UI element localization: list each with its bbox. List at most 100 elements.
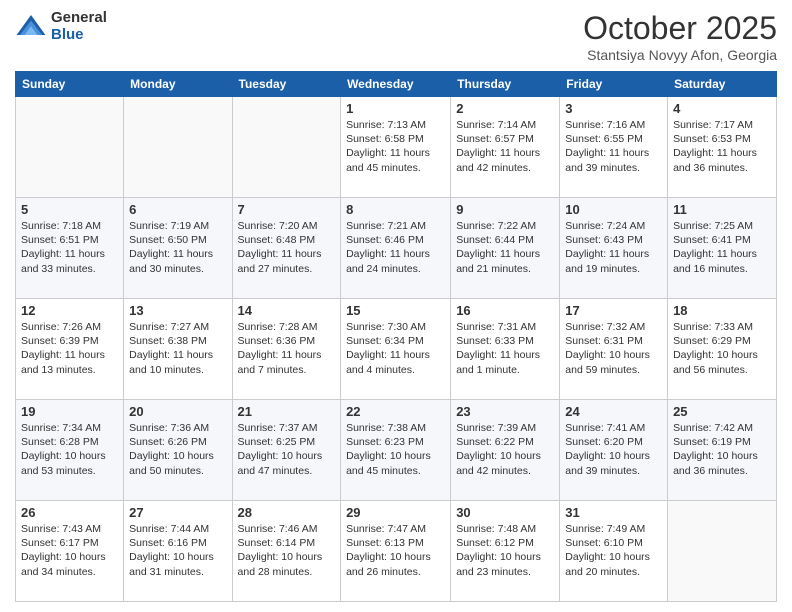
day-number: 8	[346, 202, 445, 217]
day-info: Sunrise: 7:13 AM Sunset: 6:58 PM Dayligh…	[346, 118, 445, 175]
day-number: 9	[456, 202, 554, 217]
day-cell: 4Sunrise: 7:17 AM Sunset: 6:53 PM Daylig…	[668, 97, 777, 198]
day-cell: 21Sunrise: 7:37 AM Sunset: 6:25 PM Dayli…	[232, 400, 341, 501]
col-tuesday: Tuesday	[232, 72, 341, 97]
day-info: Sunrise: 7:22 AM Sunset: 6:44 PM Dayligh…	[456, 219, 554, 276]
day-number: 30	[456, 505, 554, 520]
calendar-header: Sunday Monday Tuesday Wednesday Thursday…	[16, 72, 777, 97]
col-thursday: Thursday	[451, 72, 560, 97]
header-row: Sunday Monday Tuesday Wednesday Thursday…	[16, 72, 777, 97]
day-info: Sunrise: 7:28 AM Sunset: 6:36 PM Dayligh…	[238, 320, 336, 377]
location-subtitle: Stantsiya Novyy Afon, Georgia	[583, 47, 777, 63]
day-cell	[232, 97, 341, 198]
day-cell: 19 Sunrise: 7:34 AM Sunset: 6:28 PM Dayli…	[16, 400, 124, 501]
day-number: 23	[456, 404, 554, 419]
day-info: Sunrise: 7:20 AM Sunset: 6:48 PM Dayligh…	[238, 219, 336, 276]
day-info: Sunrise: 7:48 AM Sunset: 6:12 PM Dayligh…	[456, 522, 554, 579]
col-sunday: Sunday	[16, 72, 124, 97]
calendar-body: 1 Sunrise: 7:13 AM Sunset: 6:58 PM Daylig…	[16, 97, 777, 602]
day-number: 10	[565, 202, 662, 217]
logo-blue-text: Blue	[51, 27, 107, 44]
day-info: Sunrise: 7:25 AM Sunset: 6:41 PM Dayligh…	[673, 219, 771, 276]
day-info: Sunrise: 7:18 AM Sunset: 6:51 PM Dayligh…	[21, 219, 118, 276]
day-number: 20	[129, 404, 226, 419]
week-row-2: 5Sunrise: 7:18 AM Sunset: 6:51 PM Daylig…	[16, 198, 777, 299]
day-number: 17	[565, 303, 662, 318]
day-number: 12	[21, 303, 118, 318]
day-number: 14	[238, 303, 336, 318]
day-cell: 11 Sunrise: 7:25 AM Sunset: 6:41 PM Dayli…	[668, 198, 777, 299]
col-friday: Friday	[560, 72, 668, 97]
day-cell: 16 Sunrise: 7:31 AM Sunset: 6:33 PM Dayli…	[451, 299, 560, 400]
day-info: Sunrise: 7:21 AM Sunset: 6:46 PM Dayligh…	[346, 219, 445, 276]
day-cell: 18Sunrise: 7:33 AM Sunset: 6:29 PM Dayli…	[668, 299, 777, 400]
day-cell: 12Sunrise: 7:26 AM Sunset: 6:39 PM Dayli…	[16, 299, 124, 400]
day-cell: 20 Sunrise: 7:36 AM Sunset: 6:26 PM Dayli…	[124, 400, 232, 501]
month-title: October 2025	[583, 10, 777, 47]
logo-icon	[15, 11, 47, 43]
day-info: Sunrise: 7:47 AM Sunset: 6:13 PM Dayligh…	[346, 522, 445, 579]
week-row-4: 19 Sunrise: 7:34 AM Sunset: 6:28 PM Dayli…	[16, 400, 777, 501]
day-info: Sunrise: 7:19 AM Sunset: 6:50 PM Dayligh…	[129, 219, 226, 276]
day-info: Sunrise: 7:33 AM Sunset: 6:29 PM Dayligh…	[673, 320, 771, 377]
day-cell: 14 Sunrise: 7:28 AM Sunset: 6:36 PM Dayli…	[232, 299, 341, 400]
day-number: 1	[346, 101, 445, 116]
day-cell: 6Sunrise: 7:19 AM Sunset: 6:50 PM Daylig…	[124, 198, 232, 299]
page: General Blue October 2025 Stantsiya Novy…	[0, 0, 792, 612]
day-cell: 1 Sunrise: 7:13 AM Sunset: 6:58 PM Daylig…	[341, 97, 451, 198]
day-number: 11	[673, 202, 771, 217]
logo-text: General Blue	[51, 10, 107, 43]
day-info: Sunrise: 7:14 AM Sunset: 6:57 PM Dayligh…	[456, 118, 554, 175]
day-number: 2	[456, 101, 554, 116]
day-cell: 7 Sunrise: 7:20 AM Sunset: 6:48 PM Daylig…	[232, 198, 341, 299]
header: General Blue October 2025 Stantsiya Novy…	[15, 10, 777, 63]
day-cell: 24 Sunrise: 7:41 AM Sunset: 6:20 PM Dayli…	[560, 400, 668, 501]
day-cell: 2 Sunrise: 7:14 AM Sunset: 6:57 PM Daylig…	[451, 97, 560, 198]
day-info: Sunrise: 7:32 AM Sunset: 6:31 PM Dayligh…	[565, 320, 662, 377]
day-cell: 30 Sunrise: 7:48 AM Sunset: 6:12 PM Dayli…	[451, 501, 560, 602]
day-number: 25	[673, 404, 771, 419]
day-cell: 23 Sunrise: 7:39 AM Sunset: 6:22 PM Dayli…	[451, 400, 560, 501]
col-wednesday: Wednesday	[341, 72, 451, 97]
day-number: 3	[565, 101, 662, 116]
day-number: 29	[346, 505, 445, 520]
logo: General Blue	[15, 10, 107, 43]
day-number: 21	[238, 404, 336, 419]
day-info: Sunrise: 7:36 AM Sunset: 6:26 PM Dayligh…	[129, 421, 226, 478]
day-number: 24	[565, 404, 662, 419]
day-info: Sunrise: 7:27 AM Sunset: 6:38 PM Dayligh…	[129, 320, 226, 377]
day-cell: 22 Sunrise: 7:38 AM Sunset: 6:23 PM Dayli…	[341, 400, 451, 501]
day-number: 19	[21, 404, 118, 419]
col-saturday: Saturday	[668, 72, 777, 97]
week-row-5: 26Sunrise: 7:43 AM Sunset: 6:17 PM Dayli…	[16, 501, 777, 602]
day-number: 7	[238, 202, 336, 217]
day-number: 13	[129, 303, 226, 318]
day-cell: 8 Sunrise: 7:21 AM Sunset: 6:46 PM Daylig…	[341, 198, 451, 299]
logo-general-text: General	[51, 10, 107, 27]
day-number: 26	[21, 505, 118, 520]
day-cell: 10Sunrise: 7:24 AM Sunset: 6:43 PM Dayli…	[560, 198, 668, 299]
day-info: Sunrise: 7:46 AM Sunset: 6:14 PM Dayligh…	[238, 522, 336, 579]
day-info: Sunrise: 7:38 AM Sunset: 6:23 PM Dayligh…	[346, 421, 445, 478]
day-cell: 9 Sunrise: 7:22 AM Sunset: 6:44 PM Daylig…	[451, 198, 560, 299]
day-info: Sunrise: 7:34 AM Sunset: 6:28 PM Dayligh…	[21, 421, 118, 478]
day-number: 22	[346, 404, 445, 419]
day-number: 16	[456, 303, 554, 318]
day-cell: 3Sunrise: 7:16 AM Sunset: 6:55 PM Daylig…	[560, 97, 668, 198]
day-cell: 27Sunrise: 7:44 AM Sunset: 6:16 PM Dayli…	[124, 501, 232, 602]
title-area: October 2025 Stantsiya Novyy Afon, Georg…	[583, 10, 777, 63]
day-number: 15	[346, 303, 445, 318]
day-cell: 25 Sunrise: 7:42 AM Sunset: 6:19 PM Dayli…	[668, 400, 777, 501]
day-info: Sunrise: 7:17 AM Sunset: 6:53 PM Dayligh…	[673, 118, 771, 175]
day-info: Sunrise: 7:44 AM Sunset: 6:16 PM Dayligh…	[129, 522, 226, 579]
day-info: Sunrise: 7:42 AM Sunset: 6:19 PM Dayligh…	[673, 421, 771, 478]
day-cell: 15 Sunrise: 7:30 AM Sunset: 6:34 PM Dayli…	[341, 299, 451, 400]
week-row-3: 12Sunrise: 7:26 AM Sunset: 6:39 PM Dayli…	[16, 299, 777, 400]
day-cell: 5Sunrise: 7:18 AM Sunset: 6:51 PM Daylig…	[16, 198, 124, 299]
day-number: 28	[238, 505, 336, 520]
day-info: Sunrise: 7:39 AM Sunset: 6:22 PM Dayligh…	[456, 421, 554, 478]
day-info: Sunrise: 7:31 AM Sunset: 6:33 PM Dayligh…	[456, 320, 554, 377]
day-info: Sunrise: 7:41 AM Sunset: 6:20 PM Dayligh…	[565, 421, 662, 478]
day-cell: 17 Sunrise: 7:32 AM Sunset: 6:31 PM Dayli…	[560, 299, 668, 400]
day-info: Sunrise: 7:30 AM Sunset: 6:34 PM Dayligh…	[346, 320, 445, 377]
